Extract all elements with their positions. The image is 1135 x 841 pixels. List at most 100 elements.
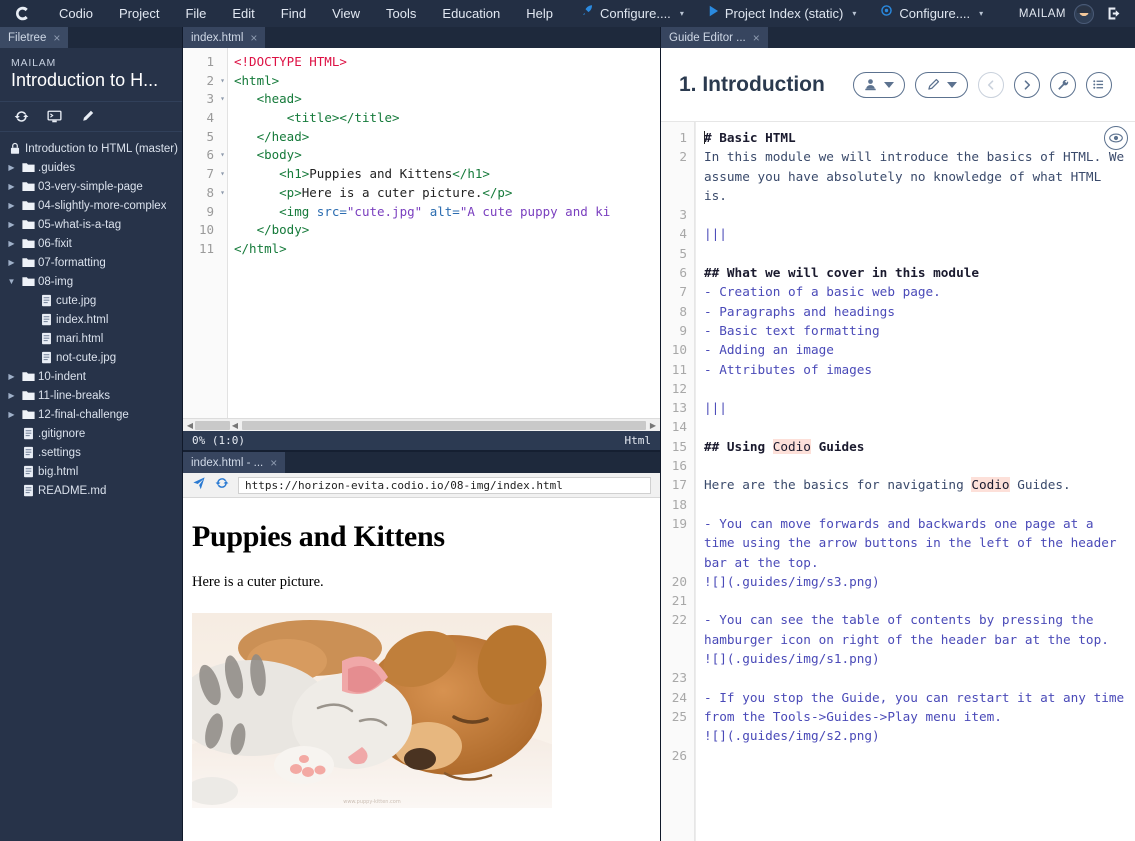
code-line: <html> — [234, 72, 660, 91]
filetree-file-mari-html[interactable]: mari.html — [0, 329, 182, 348]
code-token-attr: src= — [316, 203, 347, 219]
filetree-item-label: .gitignore — [38, 427, 86, 440]
pencil-dropdown-button[interactable] — [914, 71, 968, 98]
guide-line-number: 21 — [671, 593, 687, 609]
menu-item-edit[interactable]: Edit — [219, 0, 267, 27]
filetree-file-readme-md[interactable]: README.md — [0, 481, 182, 500]
code-token-tag: <head> — [256, 91, 302, 107]
runner-rocket[interactable]: Configure.... ▾ — [572, 0, 693, 27]
filetree-folder-12-final-challenge[interactable]: ▶ 12-final-challenge — [0, 405, 182, 424]
fold-toggle-icon[interactable]: ▾ — [220, 72, 225, 91]
disclosure-arrow-icon[interactable]: ▶ — [5, 258, 18, 267]
user-dropdown-button[interactable] — [852, 71, 905, 98]
fold-toggle-icon[interactable]: ▾ — [220, 165, 225, 184]
menu-item-file[interactable]: File — [172, 0, 219, 27]
disclosure-arrow-icon[interactable]: ▶ — [5, 372, 18, 381]
disclosure-arrow-icon[interactable]: ▶ — [5, 391, 18, 400]
tab-index-html[interactable]: index.html × — [183, 27, 266, 48]
disclosure-arrow-icon[interactable]: ▶ — [5, 163, 18, 172]
tab-guide-editor[interactable]: Guide Editor ... × — [661, 27, 768, 48]
code-token-tag: </body> — [256, 222, 310, 238]
guide-markdown-line: ||| — [704, 398, 1131, 417]
folder-icon — [18, 200, 38, 211]
codio-logo-icon[interactable] — [0, 5, 46, 22]
code-line-number: 6 ▾ — [183, 146, 227, 165]
scroll-left-icon[interactable]: ◀ — [185, 421, 195, 430]
disclosure-arrow-icon[interactable]: ▶ — [5, 220, 18, 229]
chevron-down-icon[interactable]: ▾ — [680, 0, 684, 27]
reload-icon[interactable] — [215, 476, 229, 495]
filetree-folder-04-slightly-more-complex[interactable]: ▶ 04-slightly-more-complex — [0, 196, 182, 215]
guide-markdown-content[interactable]: # Basic HTML In this module we will intro… — [695, 122, 1135, 841]
open-external-icon[interactable] — [192, 476, 206, 495]
runner-gear[interactable]: Configure.... ▾ — [871, 0, 992, 27]
menu-item-help[interactable]: Help — [513, 0, 566, 27]
logout-button[interactable] — [1106, 5, 1123, 22]
table-of-contents-button[interactable] — [1085, 71, 1112, 98]
editor-horizontal-scrollbar[interactable]: ◀ ◀ ▶ — [183, 418, 660, 431]
guide-markdown-area[interactable]: 1 2 3 4 5 6 7 8 9 10 11 12 13 14 15 16 17 18 19 20 21 22 23 24 2… — [661, 122, 1135, 841]
refresh-icon[interactable] — [14, 109, 29, 124]
filetree-folder-10-indent[interactable]: ▶ 10-indent — [0, 367, 182, 386]
fold-toggle-icon[interactable]: ▾ — [220, 90, 225, 109]
filetree-file-index-html[interactable]: index.html — [0, 310, 182, 329]
filetree-root[interactable]: Introduction to HTML (master) — [0, 139, 182, 158]
filetree-folder-06-fixit[interactable]: ▶ 06-fixit — [0, 234, 182, 253]
close-icon[interactable]: × — [270, 456, 277, 470]
disclosure-arrow-icon[interactable]: ▶ — [5, 201, 18, 210]
close-icon[interactable]: × — [753, 31, 760, 45]
runner-play[interactable]: Project Index (static) ▾ — [699, 0, 866, 27]
code-area[interactable]: 1 2 ▾ 3 ▾ 4 5 6 ▾ 7 ▾ 8 ▾ 9 10 11 <!DOCTYPE HTML> <html>… — [183, 48, 660, 418]
fold-toggle-icon[interactable]: ▾ — [220, 184, 225, 203]
filetree-file-not-cute-jpg[interactable]: not-cute.jpg — [0, 348, 182, 367]
filetree-folder--guides[interactable]: ▶ .guides — [0, 158, 182, 177]
close-icon[interactable]: × — [53, 31, 60, 45]
filetree-header: MAILAM Introduction to H... — [0, 48, 182, 95]
filetree-file--settings[interactable]: .settings — [0, 443, 182, 462]
avatar[interactable] — [1074, 3, 1094, 24]
disclosure-arrow-icon[interactable]: ▶ — [5, 410, 18, 419]
menu-item-codio[interactable]: Codio — [46, 0, 106, 27]
guide-markdown-line: ![](.guides/img/s1.png) — [704, 649, 1131, 668]
filetree-folder-03-very-simple-page[interactable]: ▶ 03-very-simple-page — [0, 177, 182, 196]
filetree-item-label: 08-img — [38, 275, 74, 288]
menu-item-education[interactable]: Education — [429, 0, 513, 27]
menu-item-tools[interactable]: Tools — [373, 0, 429, 27]
filetree-file--gitignore[interactable]: .gitignore — [0, 424, 182, 443]
pencil-icon[interactable] — [80, 109, 95, 124]
menu-item-find[interactable]: Find — [268, 0, 319, 27]
menu-item-project[interactable]: Project — [106, 0, 172, 27]
code-content[interactable]: <!DOCTYPE HTML> <html> <head> <title></ti… — [228, 48, 660, 418]
scroll-right-icon[interactable]: ▶ — [648, 421, 658, 430]
preview-url-input[interactable]: https://horizon-evita.codio.io/08-img/in… — [238, 476, 651, 494]
filetree-file-big-html[interactable]: big.html — [0, 462, 182, 481]
settings-button[interactable] — [1049, 71, 1076, 98]
close-icon[interactable]: × — [250, 31, 257, 45]
filetree-folder-08-img[interactable]: ▼ 08-img — [0, 272, 182, 291]
fold-toggle-icon[interactable]: ▾ — [220, 146, 225, 165]
filetree-file-cute-jpg[interactable]: cute.jpg — [0, 291, 182, 310]
filetree-folder-05-what-is-a-tag[interactable]: ▶ 05-what-is-a-tag — [0, 215, 182, 234]
filetree-user: MAILAM — [11, 57, 57, 69]
tab-preview[interactable]: index.html - ... × — [183, 452, 286, 473]
chevron-down-icon[interactable]: ▾ — [979, 0, 983, 27]
chevron-down-icon[interactable]: ▾ — [852, 0, 856, 27]
preview-toggle-button[interactable] — [1104, 126, 1128, 150]
next-page-button[interactable] — [1013, 71, 1040, 98]
scroll-left-icon-2[interactable]: ◀ — [230, 421, 240, 430]
prev-page-button[interactable] — [977, 71, 1004, 98]
preview-page-content: Puppies and Kittens Here is a cuter pict… — [183, 498, 660, 841]
preview-panel: index.html - ... × https://horizon-evita… — [183, 450, 660, 841]
guide-markdown-line: # Basic HTML — [704, 128, 1131, 147]
menu-item-view[interactable]: View — [319, 0, 373, 27]
disclosure-arrow-icon[interactable]: ▶ — [5, 182, 18, 191]
disclosure-arrow-icon[interactable]: ▼ — [5, 277, 18, 286]
filetree-folder-11-line-breaks[interactable]: ▶ 11-line-breaks — [0, 386, 182, 405]
filetree-folder-07-formatting[interactable]: ▶ 07-formatting — [0, 253, 182, 272]
disclosure-arrow-icon[interactable]: ▶ — [5, 239, 18, 248]
terminal-icon[interactable] — [47, 109, 62, 124]
tab-filetree[interactable]: Filetree × — [0, 27, 69, 48]
runner-label: Configure.... — [899, 6, 971, 21]
